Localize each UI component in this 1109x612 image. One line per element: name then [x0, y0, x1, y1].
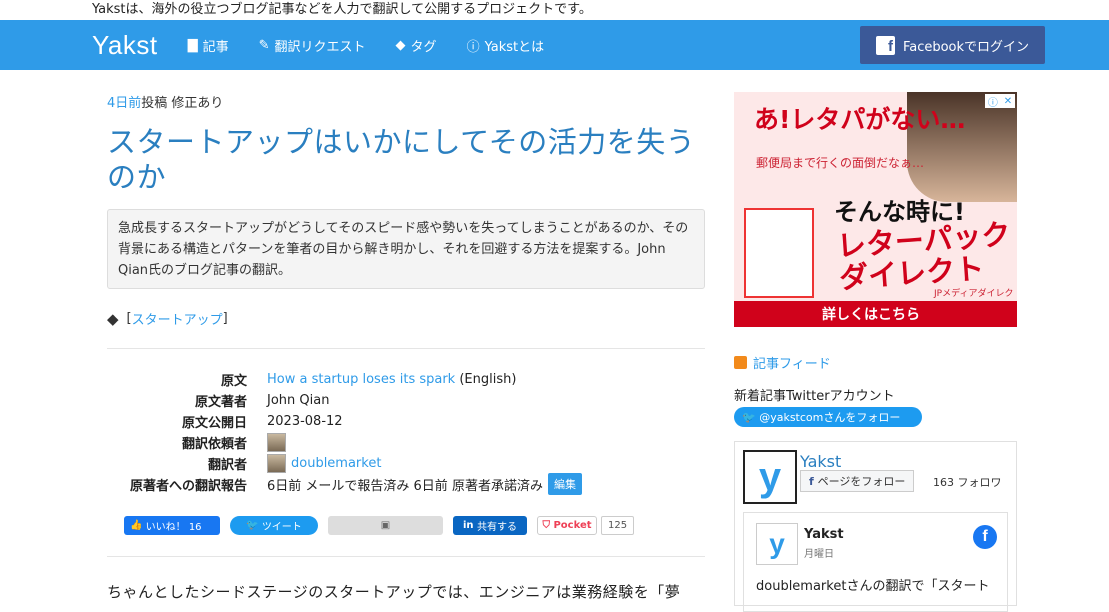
ad-subline: 郵便局まで行くの面倒だなぁ…	[756, 156, 925, 170]
author-value: John Qian	[267, 392, 330, 408]
divider	[107, 556, 705, 557]
tag-list: ◆ [スタートアップ]	[107, 309, 705, 329]
article: 4日前投稿 修正あり スタートアップはいかにしてその活力を失うのか 急成長するス…	[107, 70, 705, 602]
report-value: 6日前 メールで報告済み 6日前 原著者承諾済み	[267, 478, 543, 494]
avatar[interactable]	[267, 432, 286, 452]
hatena-bookmark-button[interactable]: ▣	[328, 515, 443, 535]
linkedin-icon: in	[462, 519, 478, 531]
document-icon: ▇	[187, 37, 198, 53]
fb-page-name[interactable]: Yakst	[800, 452, 841, 471]
original-label: 原文	[220, 373, 247, 389]
ad-headline: あ!レタパがない…	[754, 105, 966, 134]
facebook-icon: f	[875, 35, 895, 55]
nav-item-label: タグ	[410, 39, 437, 55]
article-summary: 急成長するスタートアップがどうしてそのスピード感や勢いを失ってしまうことがあるの…	[107, 209, 705, 289]
tag-link[interactable]: スタートアップ	[132, 309, 223, 328]
yakst-logo[interactable]: y	[756, 523, 798, 565]
info-icon[interactable]: ⓘ	[988, 94, 998, 109]
fb-post-date: 月曜日	[804, 549, 834, 560]
facebook-page-widget: y Yakst f ページをフォロー 163 フォロワ y Yakst 月曜日 …	[734, 441, 1017, 612]
tweet-label: ツイート	[261, 521, 302, 533]
info-icon: ⓘ	[466, 39, 480, 55]
advertisement[interactable]: あ!レタパがない… 郵便局まで行くの面倒だなぁ… そんな時に! レターパックダイ…	[734, 92, 1017, 327]
author-label: 原文著者	[194, 394, 247, 410]
like-label: いいね！ 16	[145, 521, 202, 533]
avatar[interactable]	[267, 453, 286, 473]
facebook-icon: f	[973, 525, 997, 549]
twitter-icon: 🐦	[742, 410, 760, 424]
edit-button[interactable]: 編集	[547, 473, 582, 495]
nav-item-label: 記事	[202, 39, 229, 55]
rss-icon	[734, 356, 747, 369]
facebook-login-label: Facebookでログイン	[902, 39, 1030, 55]
translator-link[interactable]: doublemarket	[291, 456, 381, 471]
navbar: Yakst ▇ 記事 ✎ 翻訳リクエスト ◆ タグ ⓘ Yakstとは f Fa…	[0, 20, 1109, 70]
twitter-follow-label: @yakstcomさんをフォロー	[759, 411, 901, 424]
close-icon[interactable]: ✕	[1004, 96, 1012, 107]
facebook-login-button[interactable]: f Facebookでログイン	[860, 26, 1045, 64]
original-lang: (English)	[459, 371, 517, 387]
nav-item-label: 翻訳リクエスト	[274, 39, 366, 55]
twitter-label: 新着記事Twitterアカウント	[734, 389, 895, 404]
pencil-icon: ✎	[258, 37, 270, 53]
translator-label: 翻訳者	[207, 457, 247, 473]
share-buttons: 👍 いいね！ 16 🐦 ツイート ▣ in 共有する ⛉ Pocket 125	[107, 514, 705, 536]
twitter-icon: 🐦	[246, 519, 262, 531]
ad-product: レターパックダイレクト	[835, 217, 1012, 296]
nav-item-articles[interactable]: ▇ 記事	[188, 36, 229, 55]
pocket-count: 125	[601, 515, 635, 535]
posted-suffix: 投稿 修正あり	[141, 96, 224, 111]
divider	[107, 348, 705, 349]
nav-menu: ▇ 記事 ✎ 翻訳リクエスト ◆ タグ ⓘ Yakstとは	[188, 36, 575, 55]
original-link[interactable]: How a startup loses its spark	[267, 372, 455, 387]
published-label: 原文公開日	[181, 415, 247, 431]
post-meta: 4日前投稿 修正あり	[107, 92, 705, 111]
nav-item-label: Yakstとは	[484, 39, 545, 55]
pocket-label: Pocket	[553, 519, 592, 531]
fb-post-author[interactable]: Yakst	[804, 527, 844, 542]
tags-icon: ◆	[395, 37, 406, 53]
share-label: 共有する	[477, 521, 518, 533]
nav-item-requests[interactable]: ✎ 翻訳リクエスト	[259, 36, 366, 55]
tags-icon: ◆	[107, 309, 119, 328]
fb-follow-button[interactable]: f ページをフォロー	[800, 470, 915, 492]
facebook-icon: f	[809, 474, 818, 488]
nav-item-tags[interactable]: ◆ タグ	[396, 36, 437, 55]
feed-link[interactable]: 記事フィード	[753, 353, 831, 372]
site-logo[interactable]: Yakst	[92, 30, 158, 61]
article-body: ちゃんとしたシードステージのスタートアップでは、エンジニアは業務経験を「夢	[107, 583, 681, 601]
facebook-like-button[interactable]: 👍 いいね！ 16	[124, 515, 220, 535]
twitter-follow-button[interactable]: 🐦 @yakstcomさんをフォロー	[734, 407, 922, 427]
requester-label: 翻訳依頼者	[181, 436, 247, 452]
tag-bracket-close: ]	[222, 311, 228, 326]
thumbs-up-icon: 👍	[130, 519, 146, 531]
fb-follow-label: ページをフォロー	[817, 475, 906, 488]
feed-link-row: 記事フィード	[734, 353, 1017, 372]
published-value: 2023-08-12	[267, 413, 343, 429]
report-label: 原著者への翻訳報告	[129, 478, 247, 494]
ad-close-controls[interactable]: ⓘ ✕	[985, 94, 1015, 109]
pocket-icon: ⛉	[542, 519, 554, 531]
article-title: スタートアップはいかにしてその活力を失うのか	[107, 125, 696, 194]
ad-envelope-image	[744, 208, 814, 298]
site-tagline: Yakstは、海外の役立つブログ記事などを人力で翻訳して公開するプロジェクトです…	[92, 2, 592, 17]
article-info: 原文 How a startup loses its spark (Englis…	[107, 369, 705, 495]
posted-ago-link[interactable]: 4日前	[107, 96, 141, 111]
bookmark-icon: ▣	[380, 519, 391, 531]
sidebar: あ!レタパがない… 郵便局まで行くの面倒だなぁ… そんな時に! レターパックダイ…	[734, 92, 1017, 612]
fb-post: y Yakst 月曜日 f doublemarketさんの翻訳で「スタート	[743, 512, 1008, 612]
fb-post-text: doublemarketさんの翻訳で「スタート	[756, 579, 990, 594]
pocket-button[interactable]: ⛉ Pocket	[537, 515, 597, 535]
yakst-logo[interactable]: y	[743, 450, 797, 504]
ad-cta[interactable]: 詳しくはこちら	[734, 301, 1017, 327]
nav-item-about[interactable]: ⓘ Yakstとは	[467, 36, 545, 55]
linkedin-share-button[interactable]: in 共有する	[453, 515, 527, 535]
fb-follower-count: 163 フォロワ	[933, 476, 1002, 489]
tweet-button[interactable]: 🐦 ツイート	[230, 515, 318, 535]
